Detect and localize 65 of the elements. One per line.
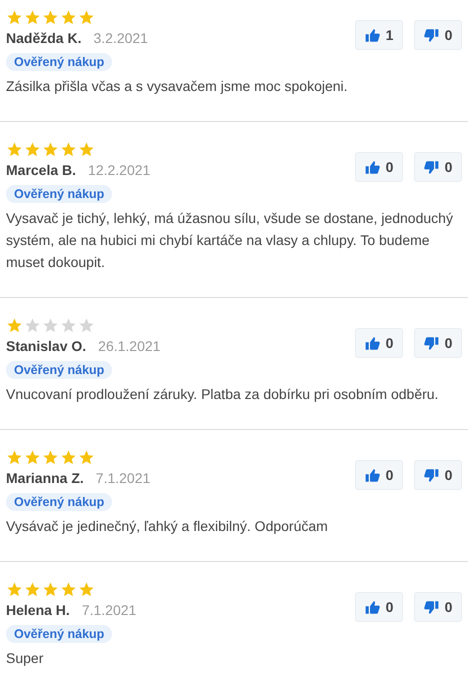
star-icon <box>24 448 41 466</box>
star-icon <box>6 448 23 466</box>
thumbs-down-icon <box>424 600 439 614</box>
star-icon <box>24 140 41 158</box>
star-icon <box>6 8 23 26</box>
star-icon <box>42 8 59 26</box>
review-author: Naděžda K. <box>6 30 82 46</box>
thumbs-down-icon <box>424 468 439 482</box>
review-author: Marianna Z. <box>6 470 84 486</box>
review-author: Stanislav O. <box>6 338 86 354</box>
star-icon <box>78 316 95 334</box>
star-icon <box>42 448 59 466</box>
dislike-button[interactable]: 0 <box>414 592 462 622</box>
star-icon <box>60 140 77 158</box>
star-icon <box>42 580 59 598</box>
thumbs-down-icon <box>424 28 439 42</box>
star-icon <box>24 8 41 26</box>
review-text: Zásilka přišla včas a s vysavačem jsme moc spokojeni. <box>6 77 349 96</box>
review-text: Vysávač je jedinečný, ľahký a flexibilný. Odporúčam <box>6 517 329 536</box>
review-date: 12.2.2021 <box>88 162 150 178</box>
star-icon <box>24 316 41 334</box>
star-icon <box>6 316 23 334</box>
verified-badge: Ověřený nákup <box>6 53 112 71</box>
thumbs-up-icon <box>364 336 380 350</box>
star-icon <box>6 580 23 598</box>
thumbs-up-icon <box>364 160 380 174</box>
star-icon <box>60 316 77 334</box>
review-date: 3.2.2021 <box>93 30 148 46</box>
like-button[interactable]: 0 <box>355 460 403 490</box>
star-icon <box>60 580 77 598</box>
thumbs-down-icon <box>424 160 439 174</box>
verified-badge: Ověřený nákup <box>6 361 112 379</box>
star-icon <box>78 580 95 598</box>
review-author: Marcela B. <box>6 162 76 178</box>
review-date: 7.1.2021 <box>96 470 150 486</box>
review-date: 26.1.2021 <box>98 338 160 354</box>
thumbs-up-icon <box>364 468 380 482</box>
star-icon <box>24 580 41 598</box>
like-button[interactable]: 0 <box>355 152 403 182</box>
review-date: 7.1.2021 <box>82 602 136 618</box>
verified-badge: Ověřený nákup <box>6 185 112 203</box>
star-icon <box>6 140 23 158</box>
like-button[interactable]: 0 <box>355 328 403 358</box>
review-text: Vnucovaní prodloužení záruky. Platba za dobírku pri osobním odběru. <box>6 385 440 404</box>
star-icon <box>78 8 95 26</box>
star-icon <box>78 448 95 466</box>
like-button[interactable]: 1 <box>355 20 403 50</box>
dislike-button[interactable]: 0 <box>414 460 462 490</box>
star-icon <box>42 140 59 158</box>
verified-badge: Ověřený nákup <box>6 625 112 643</box>
star-icon <box>60 448 77 466</box>
star-icon <box>60 8 77 26</box>
dislike-button[interactable]: 0 <box>414 328 462 358</box>
review-text: Super <box>6 649 44 668</box>
like-button[interactable]: 0 <box>355 592 403 622</box>
thumbs-up-icon <box>364 600 380 614</box>
dislike-button[interactable]: 0 <box>414 152 462 182</box>
star-icon <box>42 316 59 334</box>
review-text: Vysavač je tichý, lehký, má úžasnou sílu, všude se dostane, jednoduchý systém, ale na hubici mi chybí kartáče na vlasy a chlupy. To budeme muset dokoupit. <box>6 209 454 272</box>
star-icon <box>78 140 95 158</box>
thumbs-down-icon <box>424 336 439 350</box>
dislike-button[interactable]: 0 <box>414 20 462 50</box>
verified-badge: Ověřený nákup <box>6 493 112 511</box>
thumbs-up-icon <box>364 28 380 42</box>
review-author: Helena H. <box>6 602 70 618</box>
